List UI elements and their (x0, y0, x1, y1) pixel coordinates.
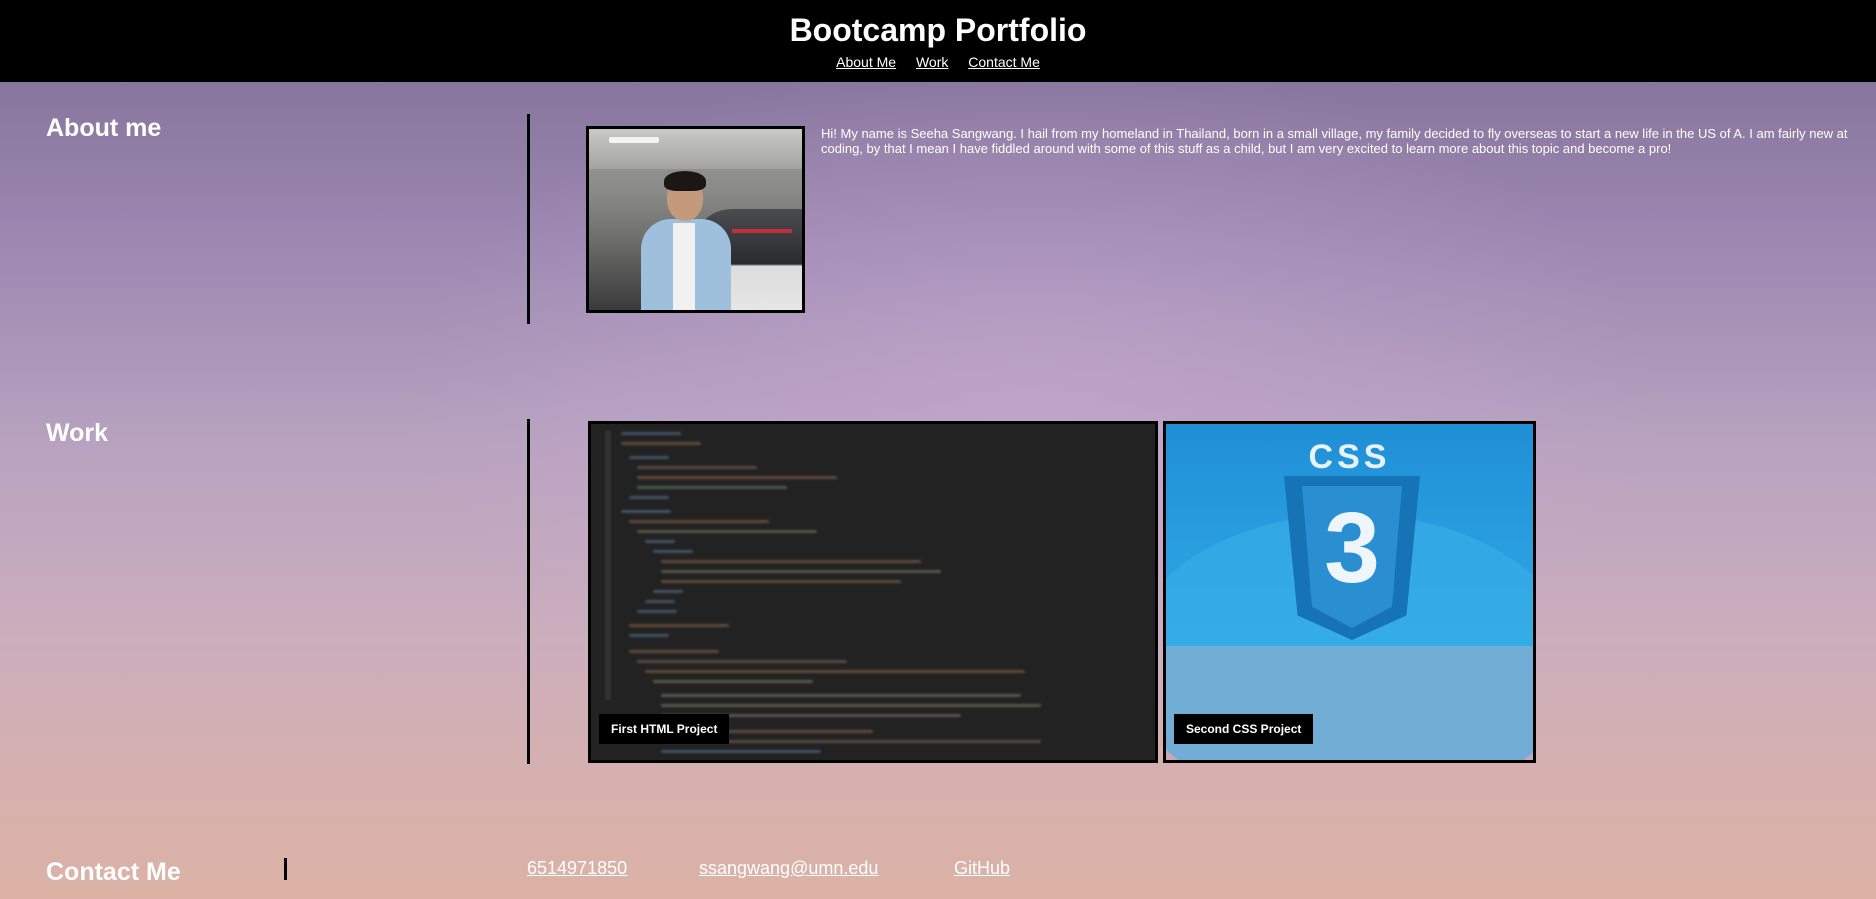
contact-divider (284, 858, 287, 880)
site-title: Bootcamp Portfolio (789, 12, 1087, 48)
nav-contact-me-link[interactable]: Contact Me (968, 54, 1040, 70)
css-logo-image: CSS 3 (1166, 424, 1533, 760)
work-divider (527, 419, 530, 764)
about-section-title: About me (46, 114, 162, 142)
contact-github-link[interactable]: GitHub (954, 858, 1010, 879)
contact-phone-link[interactable]: 6514971850 (527, 858, 627, 879)
project-card-html[interactable]: First HTML Project (588, 421, 1158, 763)
profile-photo (586, 126, 805, 313)
nav-about-me-link[interactable]: About Me (836, 54, 896, 70)
contact-email-link[interactable]: ssangwang@umn.edu (699, 858, 878, 879)
contact-section-title: Contact Me (46, 858, 181, 886)
project-label-html: First HTML Project (599, 714, 730, 744)
work-section-title: Work (46, 419, 109, 447)
css-logo-word: CSS (1308, 438, 1391, 476)
site-header: Bootcamp Portfolio About Me Work Contact… (0, 0, 1876, 82)
code-screenshot (591, 424, 1155, 760)
about-description: Hi! My name is Seeha Sangwang. I hail fr… (821, 126, 1848, 156)
project-label-css: Second CSS Project (1174, 714, 1314, 744)
main-nav: About Me Work Contact Me (0, 54, 1876, 70)
about-divider (527, 114, 530, 324)
nav-work-link[interactable]: Work (916, 54, 948, 70)
project-card-css[interactable]: CSS 3 Second CSS Project (1163, 421, 1536, 763)
